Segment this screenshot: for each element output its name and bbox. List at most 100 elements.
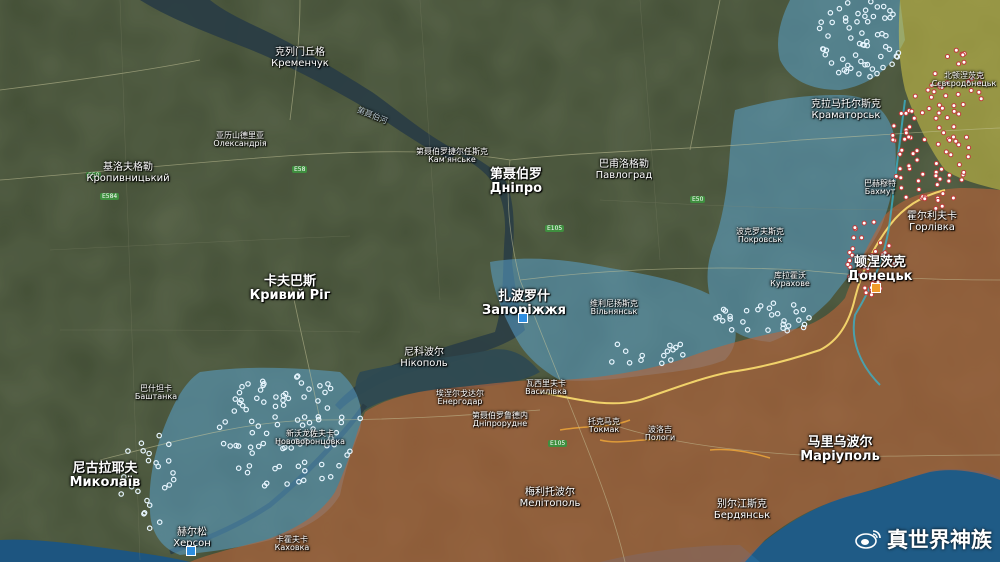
engagement-marker bbox=[947, 137, 953, 143]
engagement-marker bbox=[953, 138, 959, 144]
engagement-marker bbox=[976, 89, 982, 95]
city-name-ua: Кривий Ріг bbox=[249, 287, 331, 303]
city-name-ua: Василівка bbox=[525, 387, 567, 397]
engagement-marker bbox=[920, 171, 926, 177]
city-label-oleksandriia[interactable]: 亚历山德里亚 Олександрія bbox=[213, 131, 267, 149]
city-name-zh: 顿涅茨克 bbox=[853, 255, 906, 270]
city-label-vilniansk[interactable]: 维利尼扬斯克 Вільнянськ bbox=[590, 299, 638, 317]
city-label-nikopol[interactable]: 尼科波尔 Нікополь bbox=[400, 347, 447, 369]
city-label-mykolaiv[interactable]: 尼古拉耶夫 Миколаїв bbox=[70, 462, 141, 489]
watermark-text: 真世界神族 bbox=[887, 528, 992, 552]
engagement-marker bbox=[916, 187, 922, 192]
city-label-melitopol[interactable]: 梅利托波尔 Мелітополь bbox=[520, 487, 581, 509]
engagement-marker bbox=[943, 93, 949, 99]
engagement-marker bbox=[961, 169, 967, 175]
city-label-mariupol[interactable]: 马里乌波尔 Маріуполь bbox=[800, 436, 880, 463]
engagement-marker bbox=[940, 191, 946, 197]
city-label-kamianske[interactable]: 第聂伯罗捷尔任斯克 Кам'янське bbox=[416, 147, 488, 165]
engagement-marker bbox=[902, 136, 908, 142]
city-label-kropyvnytskyi[interactable]: 基洛夫格勒 Кропивницький bbox=[86, 162, 169, 184]
city-marker-donetsk[interactable] bbox=[871, 283, 881, 293]
city-name-zh: 梅利托波尔 bbox=[525, 487, 575, 498]
map-view[interactable]: 第聂伯河 E50 E105 E50 E584 E58 E105 克列门丘格 Кре… bbox=[0, 0, 1000, 562]
city-label-vasylivka[interactable]: 瓦西里夫卡 Василівка bbox=[525, 379, 567, 397]
engagement-marker bbox=[959, 177, 965, 183]
engagement-marker bbox=[948, 152, 954, 158]
city-marker-kherson[interactable] bbox=[186, 546, 196, 556]
engagement-marker bbox=[956, 111, 962, 117]
engagement-marker bbox=[941, 130, 947, 136]
city-name-zh: 扎波罗什 bbox=[497, 289, 550, 304]
engagement-marker bbox=[903, 110, 909, 116]
city-name-ua: Дніпро bbox=[489, 180, 543, 196]
city-name-ua: Кам'янське bbox=[428, 155, 476, 165]
city-label-donetsk[interactable]: 顿涅茨克 Донецьк bbox=[848, 256, 913, 283]
city-label-pavlohrad[interactable]: 巴甫洛格勒 Павлоград bbox=[596, 159, 653, 181]
city-label-tokmak[interactable]: 托克马克 Токмак bbox=[588, 417, 620, 435]
city-label-dnipro[interactable]: 第聂伯罗 Дніпро bbox=[490, 168, 542, 195]
city-name-zh: 克列门丘格 bbox=[274, 47, 325, 58]
engagement-marker bbox=[978, 96, 984, 102]
engagement-marker bbox=[893, 173, 899, 179]
city-label-berdiansk[interactable]: 别尔江斯克 Бердянськ bbox=[713, 499, 771, 521]
city-name-ua: Вільнянськ bbox=[590, 307, 638, 317]
weibo-icon bbox=[855, 530, 881, 549]
engagement-marker bbox=[886, 243, 892, 249]
engagement-marker bbox=[956, 61, 962, 67]
engagement-marker bbox=[964, 134, 969, 140]
city-name-ua: Енергодар bbox=[437, 397, 483, 407]
city-name-ua: Бердянськ bbox=[713, 509, 771, 521]
city-name-ua: Олександрія bbox=[213, 139, 267, 149]
city-label-bakhmut[interactable]: 巴赫穆特 Бахмут bbox=[864, 179, 896, 197]
engagement-marker bbox=[863, 290, 869, 296]
engagement-marker bbox=[937, 176, 943, 182]
engagement-marker bbox=[960, 52, 966, 58]
engagement-marker bbox=[878, 240, 883, 246]
engagement-marker bbox=[898, 175, 904, 181]
engagement-marker bbox=[890, 137, 896, 143]
city-label-novovorontsovka[interactable]: 新沃龙佐夫卡 Нововоронцовка bbox=[275, 429, 345, 447]
engagement-marker bbox=[946, 172, 952, 178]
city-name-ua: Курахове bbox=[770, 279, 810, 289]
city-name-zh: 第聂伯罗 bbox=[489, 167, 542, 182]
city-name-ua: Сєвєродонецьк bbox=[931, 79, 997, 89]
city-label-kakhovka[interactable]: 卡霍夫卡 Каховка bbox=[274, 535, 310, 553]
city-name-ua: Каховка bbox=[274, 543, 310, 553]
engagement-marker bbox=[933, 161, 939, 166]
engagement-marker bbox=[898, 111, 904, 116]
city-label-horlivka[interactable]: 霍尔利夫卡 Горлівка bbox=[907, 211, 957, 233]
city-label-kurakhove[interactable]: 库拉霍沃 Курахове bbox=[770, 271, 810, 289]
road-badge: E105 bbox=[548, 440, 568, 447]
engagement-marker bbox=[897, 151, 903, 157]
road-badge: E105 bbox=[545, 225, 565, 232]
engagement-marker bbox=[945, 54, 950, 59]
city-label-enerhodar[interactable]: 埃涅尔戈达尔 Енергодар bbox=[436, 389, 484, 407]
engagement-marker bbox=[922, 196, 928, 202]
engagement-marker bbox=[939, 105, 945, 111]
city-label-dniprorudne[interactable]: 第聂伯罗鲁德内 Дніпрорудне bbox=[472, 411, 528, 429]
city-name-zh: 赫尔松 bbox=[176, 527, 207, 538]
engagement-marker bbox=[871, 219, 877, 225]
city-name-zh: 克拉马托尔斯克 bbox=[811, 99, 881, 110]
city-name-zh: 霍尔利夫卡 bbox=[907, 211, 957, 222]
city-name-zh: 马里乌波尔 bbox=[807, 435, 873, 450]
city-label-pokrovsk[interactable]: 波克罗夫斯克 Покровськ bbox=[736, 227, 784, 245]
city-label-bashtanka[interactable]: 巴什坦卡 Баштанка bbox=[135, 384, 177, 402]
city-label-kremenchuk[interactable]: 克列门丘格 Кременчук bbox=[271, 47, 329, 69]
engagement-marker bbox=[935, 197, 941, 203]
city-name-ua: Миколаїв bbox=[69, 474, 141, 490]
city-name-ua: Бахмут bbox=[864, 187, 896, 197]
engagement-marker bbox=[928, 94, 934, 100]
engagement-marker bbox=[852, 225, 858, 231]
engagement-marker bbox=[951, 103, 957, 109]
city-label-kryvyi_rih[interactable]: 卡夫巴斯 Кривий Ріг bbox=[250, 275, 331, 302]
city-label-polohy[interactable]: 波洛吉 Пологи bbox=[645, 425, 675, 443]
city-marker-zaporizhzhia[interactable] bbox=[518, 313, 528, 323]
city-name-ua: Кременчук bbox=[271, 57, 329, 69]
engagement-marker bbox=[951, 134, 956, 140]
city-label-sievierodonetsk[interactable]: 北顿涅茨克 Сєвєродонецьк bbox=[931, 71, 997, 89]
engagement-marker bbox=[911, 115, 917, 121]
engagement-marker bbox=[966, 145, 972, 151]
engagement-marker bbox=[906, 163, 912, 169]
city-label-kramatorsk[interactable]: 克拉马托尔斯克 Краматорськ bbox=[811, 99, 881, 121]
